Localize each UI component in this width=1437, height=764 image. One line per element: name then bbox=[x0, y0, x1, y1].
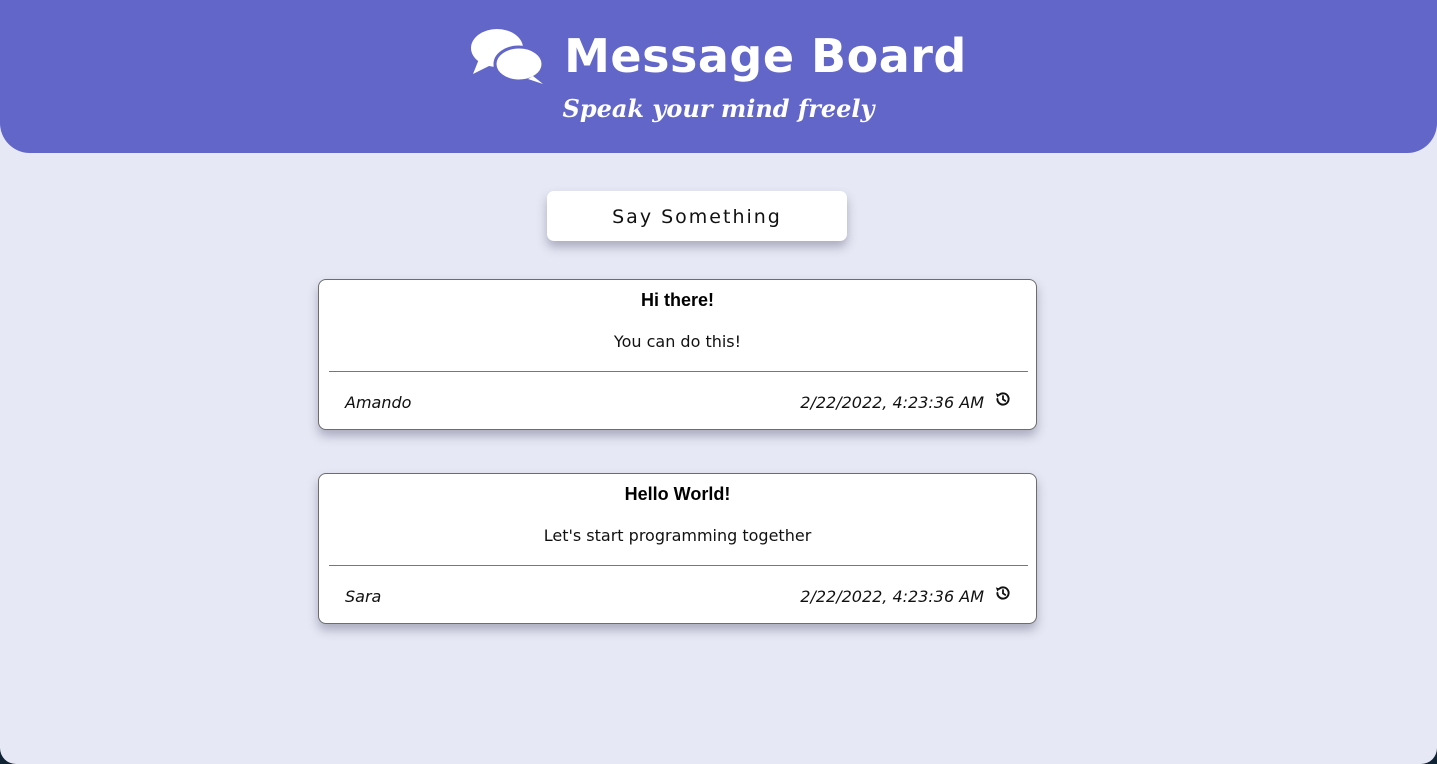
message-author: Sara bbox=[345, 587, 382, 606]
page-title: Message Board bbox=[564, 29, 967, 83]
message-body: You can do this! bbox=[613, 332, 742, 351]
history-icon[interactable] bbox=[994, 390, 1012, 408]
history-icon[interactable] bbox=[994, 584, 1012, 602]
message-timestamp: 2/22/2022, 4:23:36 AM bbox=[800, 587, 984, 606]
message-title: Hello World! bbox=[624, 484, 731, 504]
message-card: Hi there! You can do this! Amando 2/22/2… bbox=[318, 279, 1037, 430]
comments-icon bbox=[471, 29, 545, 84]
page-subtitle: Speak your mind freely bbox=[562, 94, 875, 123]
message-body: Let's start programming together bbox=[543, 526, 812, 545]
message-card: Hello World! Let's start programming tog… bbox=[318, 473, 1037, 624]
message-timestamp: 2/22/2022, 4:23:36 AM bbox=[800, 393, 984, 412]
message-board-page: Message Board Speak your mind freely Say… bbox=[0, 0, 1437, 764]
card-divider bbox=[329, 565, 1028, 566]
say-something-button[interactable]: Say Something bbox=[547, 191, 847, 241]
header-banner: Message Board Speak your mind freely bbox=[0, 0, 1437, 153]
message-title: Hi there! bbox=[640, 290, 714, 310]
message-author: Amando bbox=[345, 393, 412, 412]
title-row: Message Board bbox=[0, 20, 1437, 92]
card-divider bbox=[329, 371, 1028, 372]
